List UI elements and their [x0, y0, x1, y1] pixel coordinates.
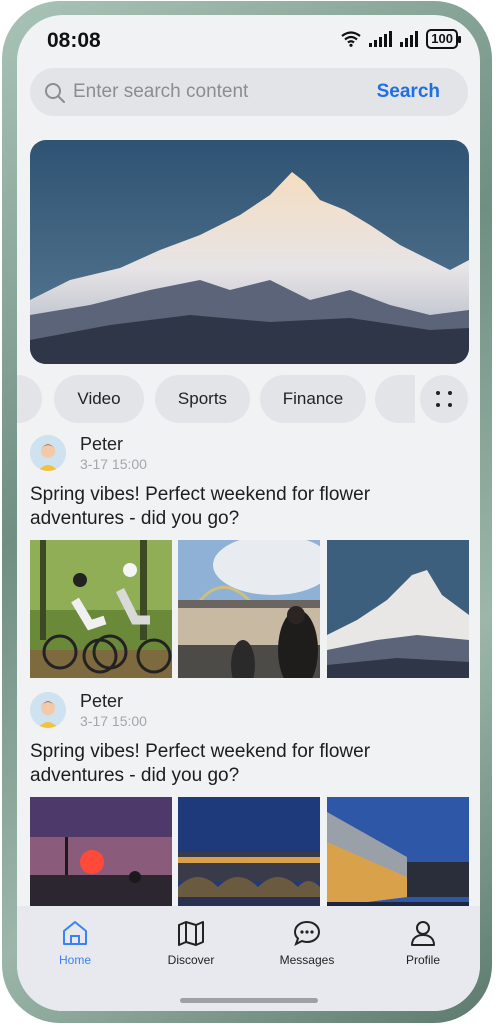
screen: 08:08 100 Enter search content Search Vi… — [17, 15, 480, 1011]
post-photo-mountain[interactable] — [327, 540, 469, 678]
tab-messages-label: Messages — [279, 953, 335, 967]
child-avatar-image — [30, 435, 66, 471]
person-icon — [411, 921, 435, 946]
map-icon — [178, 921, 204, 946]
tab-home[interactable]: Home — [25, 918, 125, 967]
post-text[interactable]: Spring vibes! Perfect weekend for flower… — [30, 483, 460, 531]
status-time: 08:08 — [47, 29, 101, 52]
search-input[interactable]: Enter search content — [73, 81, 248, 103]
signal-icon — [369, 31, 393, 47]
post-date: 3-17 15:00 — [80, 713, 147, 729]
category-chip-finance[interactable]: Finance — [260, 375, 366, 423]
status-icons: 100 — [341, 29, 461, 49]
category-chips: Video Sports Finance — [17, 375, 480, 425]
tab-discover[interactable]: Discover — [141, 918, 241, 967]
grid-dots-icon — [436, 391, 452, 407]
post-username[interactable]: Peter — [80, 691, 123, 712]
mountain-banner-image — [30, 140, 469, 364]
signal-icon-secondary — [400, 31, 419, 47]
wifi-icon — [341, 31, 361, 47]
home-indicator[interactable] — [180, 998, 318, 1003]
tab-profile[interactable]: Profile — [373, 918, 473, 967]
category-chip-video[interactable]: Video — [54, 375, 144, 423]
post-username[interactable]: Peter — [80, 434, 123, 455]
avatar[interactable] — [30, 692, 66, 728]
more-categories-button[interactable] — [420, 375, 468, 423]
banner-image[interactable] — [30, 140, 469, 364]
home-icon — [63, 921, 87, 945]
post-date: 3-17 15:00 — [80, 456, 147, 472]
chat-bubble-icon — [293, 920, 321, 947]
tab-profile-label: Profile — [405, 953, 440, 967]
post-photo-city-rainbow[interactable] — [178, 540, 320, 678]
search-icon — [45, 83, 65, 103]
post-photo-cyclists[interactable] — [30, 540, 172, 678]
post-text[interactable]: Spring vibes! Perfect weekend for flower… — [30, 740, 460, 788]
status-bar: 08:08 100 — [17, 15, 480, 65]
phone-frame: 08:08 100 Enter search content Search Vi… — [2, 1, 492, 1023]
bottom-tab-bar: Home Discover Messages Profile — [17, 906, 480, 1011]
tab-home-label: Home — [58, 953, 91, 967]
category-chip-sports[interactable]: Sports — [155, 375, 250, 423]
category-chip-partial-left[interactable] — [17, 375, 42, 423]
category-chip-partial-right[interactable] — [375, 375, 415, 423]
battery-icon: 100 — [426, 29, 461, 49]
child-avatar-image — [30, 692, 66, 728]
tab-discover-label: Discover — [167, 953, 215, 967]
avatar[interactable] — [30, 435, 66, 471]
post-photos — [30, 540, 470, 680]
search-button[interactable]: Search — [377, 81, 440, 103]
tab-messages[interactable]: Messages — [257, 918, 357, 967]
search-bar[interactable]: Enter search content Search — [30, 68, 468, 116]
